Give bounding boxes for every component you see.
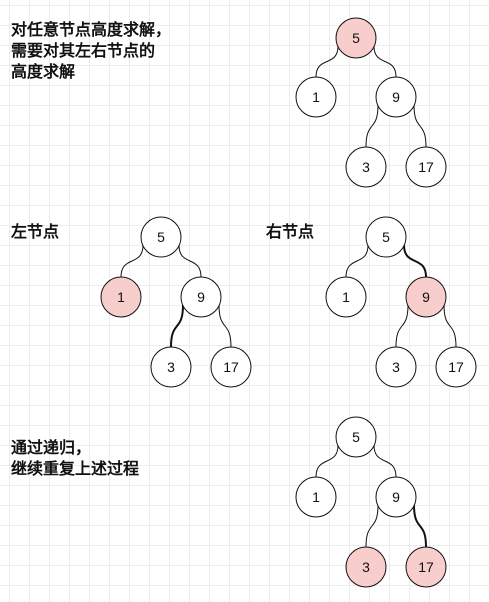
node-label: 5 <box>352 429 360 445</box>
node-label: 3 <box>392 359 400 375</box>
tree-node-right: 9 <box>375 476 417 518</box>
tree-node-right-left: 3 <box>345 146 387 188</box>
tree-node-right-left: 3 <box>375 346 417 388</box>
node-label: 5 <box>382 229 390 245</box>
node-label: 9 <box>392 489 400 505</box>
edge-root-right <box>373 45 397 78</box>
edge-right-right-right <box>413 104 427 148</box>
tree-intro: 5 1 9 3 17 <box>295 17 447 188</box>
tree-node-left: 1 <box>295 476 337 518</box>
node-label: 9 <box>392 89 400 105</box>
tree-node-right: 9 <box>405 276 447 318</box>
node-label: 5 <box>352 30 360 46</box>
node-label: 5 <box>157 229 165 245</box>
edge-right-right-left <box>365 104 379 148</box>
tree-node-right-left: 3 <box>150 346 192 388</box>
node-label: 17 <box>448 359 464 375</box>
tree-node-root: 5 <box>365 216 407 258</box>
edge-root-left <box>120 244 144 278</box>
node-label: 1 <box>312 89 320 105</box>
node-label: 1 <box>117 289 125 305</box>
tree-node-root: 5 <box>335 416 377 458</box>
tree-node-right-right: 17 <box>435 346 477 388</box>
edge-root-left <box>315 444 339 478</box>
edge-root-right <box>403 244 427 278</box>
node-label: 3 <box>362 159 370 175</box>
edge-right-right-right <box>413 504 427 548</box>
tree-node-right-right: 17 <box>210 346 252 388</box>
edge-root-left <box>345 244 369 278</box>
node-label: 3 <box>362 559 370 575</box>
tree-node-right-left: 3 <box>345 546 387 588</box>
tree-node-right: 9 <box>180 276 222 318</box>
node-label: 17 <box>418 559 434 575</box>
tree-recursion: 5 1 9 3 17 <box>295 416 447 588</box>
edge-root-left <box>315 45 339 78</box>
edge-right-right-left <box>365 504 379 548</box>
tree-left: 5 1 9 3 17 <box>100 216 252 388</box>
edge-right-right-right <box>218 304 232 348</box>
tree-node-right-right: 17 <box>405 546 447 588</box>
tree-node-left: 1 <box>100 276 142 318</box>
node-label: 1 <box>312 489 320 505</box>
tree-diagrams: 5 1 9 3 17 5 1 9 3 17 5 1 9 3 17 5 1 9 3 17 <box>100 17 477 588</box>
edge-right-right-right <box>443 304 457 348</box>
edge-right-right-left <box>170 304 184 348</box>
node-label: 9 <box>422 289 430 305</box>
tree-node-root: 5 <box>140 216 182 258</box>
tree-node-right: 9 <box>375 76 417 118</box>
tree-node-left: 1 <box>325 276 367 318</box>
node-label: 9 <box>197 289 205 305</box>
tree-node-root: 5 <box>335 17 377 59</box>
edge-root-right <box>373 444 397 478</box>
tree-node-right-right: 17 <box>405 146 447 188</box>
node-label: 17 <box>223 359 239 375</box>
tree-right: 5 1 9 3 17 <box>325 216 477 388</box>
node-label: 3 <box>167 359 175 375</box>
edge-right-right-left <box>395 304 409 348</box>
tree-node-left: 1 <box>295 76 337 118</box>
node-label: 17 <box>418 159 434 175</box>
node-label: 1 <box>342 289 350 305</box>
edge-root-right <box>178 244 202 278</box>
